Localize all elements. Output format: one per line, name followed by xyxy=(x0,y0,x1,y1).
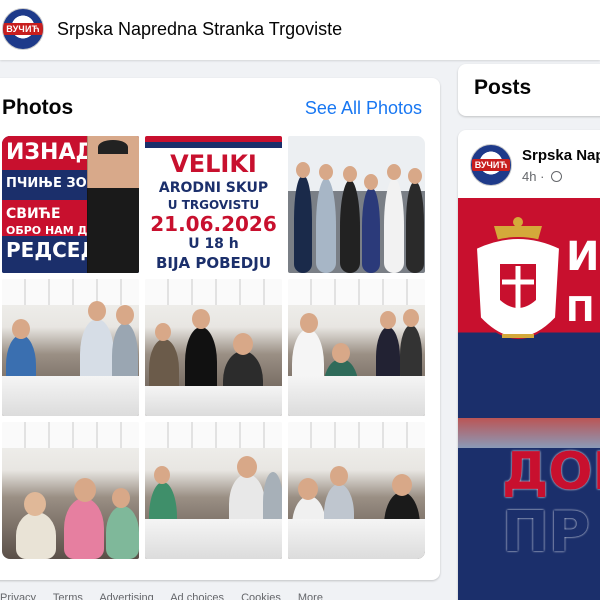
post-image-text-2: П xyxy=(566,290,595,330)
footer-link-advertising[interactable]: Advertising xyxy=(99,592,153,600)
footer-link-ad-choices[interactable]: Ad choices xyxy=(170,592,224,600)
post-image-text-4: ДОБ xyxy=(502,442,600,502)
footer-link-more[interactable]: More xyxy=(298,592,323,600)
post-image[interactable]: И П ДОБ ПР xyxy=(458,198,600,600)
photo-tile-stage[interactable] xyxy=(288,136,425,273)
posts-title: Posts xyxy=(474,76,532,99)
page-avatar[interactable]: ВУЧИЋ xyxy=(2,8,44,50)
avatar-label: ВУЧИЋ xyxy=(3,23,43,35)
serbian-coat-of-arms-icon xyxy=(474,217,562,339)
page-header: ВУЧИЋ Srpska Napredna Stranka Trgoviste xyxy=(0,0,600,60)
poster2-line1: VELIKI xyxy=(170,150,257,178)
page-title[interactable]: Srpska Napredna Stranka Trgoviste xyxy=(57,19,342,40)
post-image-text-5: ПР xyxy=(502,500,590,565)
footer-link-cookies[interactable]: Cookies xyxy=(241,592,281,600)
footer-links: Privacy Terms Advertising Ad choices Coo… xyxy=(0,590,450,600)
post-card: ВУЧИЋ Srpska Napredna Stranka Trgoviste … xyxy=(458,130,600,600)
poster2-line4: 21.06.2026 xyxy=(150,212,277,236)
footer-link-privacy[interactable]: Privacy xyxy=(0,592,36,600)
photo-tile-crowd-3[interactable] xyxy=(288,279,425,416)
photos-card: Photos See All Photos ИЗНАД ПЧИЊЕ ЗОРА С… xyxy=(0,78,440,580)
post-image-text-1: И xyxy=(566,234,600,280)
post-timestamp[interactable]: 4h · xyxy=(522,169,563,184)
photos-title: Photos xyxy=(2,96,74,119)
photo-tile-crowd-4[interactable] xyxy=(2,422,139,559)
photo-tile-crowd-5[interactable] xyxy=(145,422,282,559)
poster1-portrait xyxy=(87,136,139,273)
poster2-line2: ARODNI SKUP xyxy=(158,180,269,196)
poster2-line3: U TRGOVISTU xyxy=(167,198,260,212)
poster1-line1: ИЗНАД xyxy=(6,140,96,165)
poster2-line6: BIJA POBEDJU xyxy=(155,254,272,272)
photo-grid: ИЗНАД ПЧИЊЕ ЗОРА СВИЋЕ ОБРО НАМ ДОШАО РЕД… xyxy=(2,136,425,560)
post-author-avatar[interactable]: ВУЧИЋ xyxy=(470,144,512,186)
photo-tile-poster-2[interactable]: VELIKI ARODNI SKUP U TRGOVISTU 21.06.202… xyxy=(145,136,282,273)
photo-tile-crowd-2[interactable] xyxy=(145,279,282,416)
globe-icon xyxy=(551,171,563,182)
see-all-photos-link[interactable]: See All Photos xyxy=(305,98,422,119)
photo-tile-poster-1[interactable]: ИЗНАД ПЧИЊЕ ЗОРА СВИЋЕ ОБРО НАМ ДОШАО РЕД… xyxy=(2,136,139,273)
post-author-name[interactable]: Srpska Napredna Stranka Trgoviste xyxy=(522,147,600,164)
footer-link-terms[interactable]: Terms xyxy=(53,592,83,600)
photo-tile-crowd-6[interactable] xyxy=(288,422,425,559)
posts-header-card: Posts xyxy=(458,64,600,116)
poster2-line5: U 18 h xyxy=(188,236,239,252)
photo-tile-crowd-1[interactable] xyxy=(2,279,139,416)
